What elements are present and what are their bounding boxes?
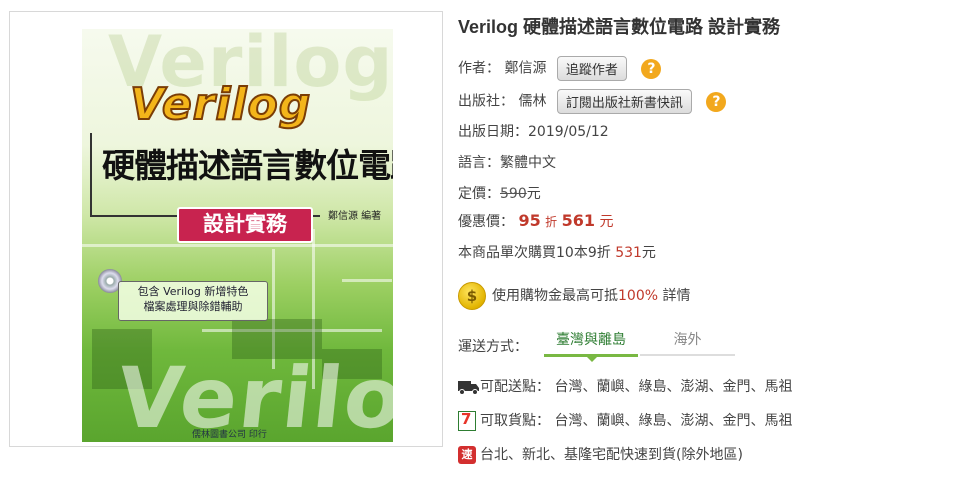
pickup-places: 台灣、蘭嶼、綠島、澎湖、金門、馬祖 bbox=[554, 413, 793, 429]
follow-author-button[interactable]: 追蹤作者 bbox=[556, 56, 627, 81]
express-icon: 速 bbox=[458, 446, 476, 464]
express-row: 速台北、新北、基隆宅配快速到貨(除外地區) bbox=[458, 444, 743, 464]
cover-cd-line: 檔案處理與除錯輔助 bbox=[143, 300, 243, 313]
publisher-row: 出版社： 儒林 訂閱出版社新書快訊 ? bbox=[458, 89, 727, 114]
cover-title: 硬體描述語言數位電路 bbox=[102, 146, 393, 185]
list-price: 590 bbox=[500, 186, 527, 202]
publisher-link[interactable]: 儒林 bbox=[518, 94, 546, 110]
currency-unit: 元 bbox=[526, 186, 541, 202]
author-label: 作者： bbox=[458, 60, 500, 77]
help-icon[interactable]: ? bbox=[641, 58, 662, 79]
subscribe-publisher-button[interactable]: 訂閱出版社新書快訊 bbox=[556, 89, 692, 114]
delivery-label: 可配送點： bbox=[480, 379, 550, 395]
publish-date: 2019/05/12 bbox=[528, 124, 609, 140]
book-title: Verilog 硬體描述語言數位電路 設計實務 bbox=[458, 17, 781, 37]
list-price-row: 定價：590元 bbox=[458, 183, 541, 203]
book-cover-frame[interactable]: Verilog Verilog 硬體描述語言數位電路 設計實務 鄭信源 編著 包… bbox=[9, 11, 443, 447]
shipping-label: 運送方式： bbox=[458, 339, 528, 355]
bulk-price: 531 bbox=[615, 245, 642, 261]
truck-icon bbox=[458, 381, 479, 395]
pickup-row: 7 可取貨點： 台灣、蘭嶼、綠島、澎湖、金門、馬祖 bbox=[458, 410, 792, 431]
cover-verilog-logo: Verilog bbox=[129, 78, 312, 131]
cover-publisher: 儒林圖書公司 印行 bbox=[192, 430, 267, 440]
list-price-label: 定價： bbox=[458, 186, 500, 202]
help-icon[interactable]: ? bbox=[706, 91, 727, 112]
coin-icon: $ bbox=[458, 282, 486, 310]
discount-unit: 折 bbox=[545, 215, 558, 229]
author-row: 作者： 鄭信源 追蹤作者 ? bbox=[458, 56, 662, 81]
sale-price-row: 優惠價： 95 折 561 元 bbox=[458, 211, 614, 231]
publisher-label: 出版社： bbox=[458, 93, 514, 110]
points-text: 使用購物金最高可抵 bbox=[492, 288, 618, 304]
cover-cd-line: 包含 Verilog 新增特色 bbox=[137, 285, 249, 298]
delivery-places: 台灣、蘭嶼、綠島、澎湖、金門、馬祖 bbox=[554, 379, 793, 395]
tab-taiwan-islands[interactable]: 臺灣與離島 bbox=[544, 330, 638, 362]
sale-price: 561 bbox=[561, 211, 596, 230]
points-percent: 100% bbox=[618, 288, 659, 304]
cover-cd-note: 包含 Verilog 新增特色 檔案處理與除錯輔助 bbox=[118, 281, 268, 321]
shipping-tabs: 運送方式： 臺灣與離島 海外 bbox=[458, 330, 738, 362]
pickup-label: 可取貨點： bbox=[480, 413, 550, 429]
bulk-price-row: 本商品單次購買10本9折 531元 bbox=[458, 242, 656, 262]
cover-arrow-line bbox=[90, 133, 92, 217]
language-label: 語言： bbox=[458, 155, 500, 171]
language-value: 繁體中文 bbox=[500, 155, 556, 171]
book-cover-image[interactable]: Verilog Verilog 硬體描述語言數位電路 設計實務 鄭信源 編著 包… bbox=[82, 29, 393, 442]
express-text: 台北、新北、基隆宅配快速到貨(除外地區) bbox=[480, 447, 743, 463]
publish-date-label: 出版日期： bbox=[458, 124, 528, 140]
points-details-link[interactable]: 詳情 bbox=[662, 288, 690, 304]
language-row: 語言：繁體中文 bbox=[458, 152, 556, 172]
bulk-price-text: 本商品單次購買10本9折 bbox=[458, 245, 611, 261]
bulk-currency: 元 bbox=[641, 245, 656, 261]
points-row: $ 使用購物金最高可抵100% 詳情 bbox=[458, 282, 690, 310]
cover-author: 鄭信源 編著 bbox=[328, 211, 382, 222]
publish-date-row: 出版日期：2019/05/12 bbox=[458, 121, 609, 141]
discount-value: 95 bbox=[518, 211, 541, 230]
cover-subtitle: 設計實務 bbox=[177, 207, 313, 243]
sale-price-label: 優惠價： bbox=[458, 214, 514, 230]
seven-eleven-icon: 7 bbox=[458, 410, 476, 431]
tab-overseas[interactable]: 海外 bbox=[640, 330, 735, 356]
sale-currency: 元 bbox=[599, 214, 614, 230]
author-link[interactable]: 鄭信源 bbox=[504, 61, 546, 77]
delivery-row: 可配送點： 台灣、蘭嶼、綠島、澎湖、金門、馬祖 bbox=[458, 376, 792, 396]
